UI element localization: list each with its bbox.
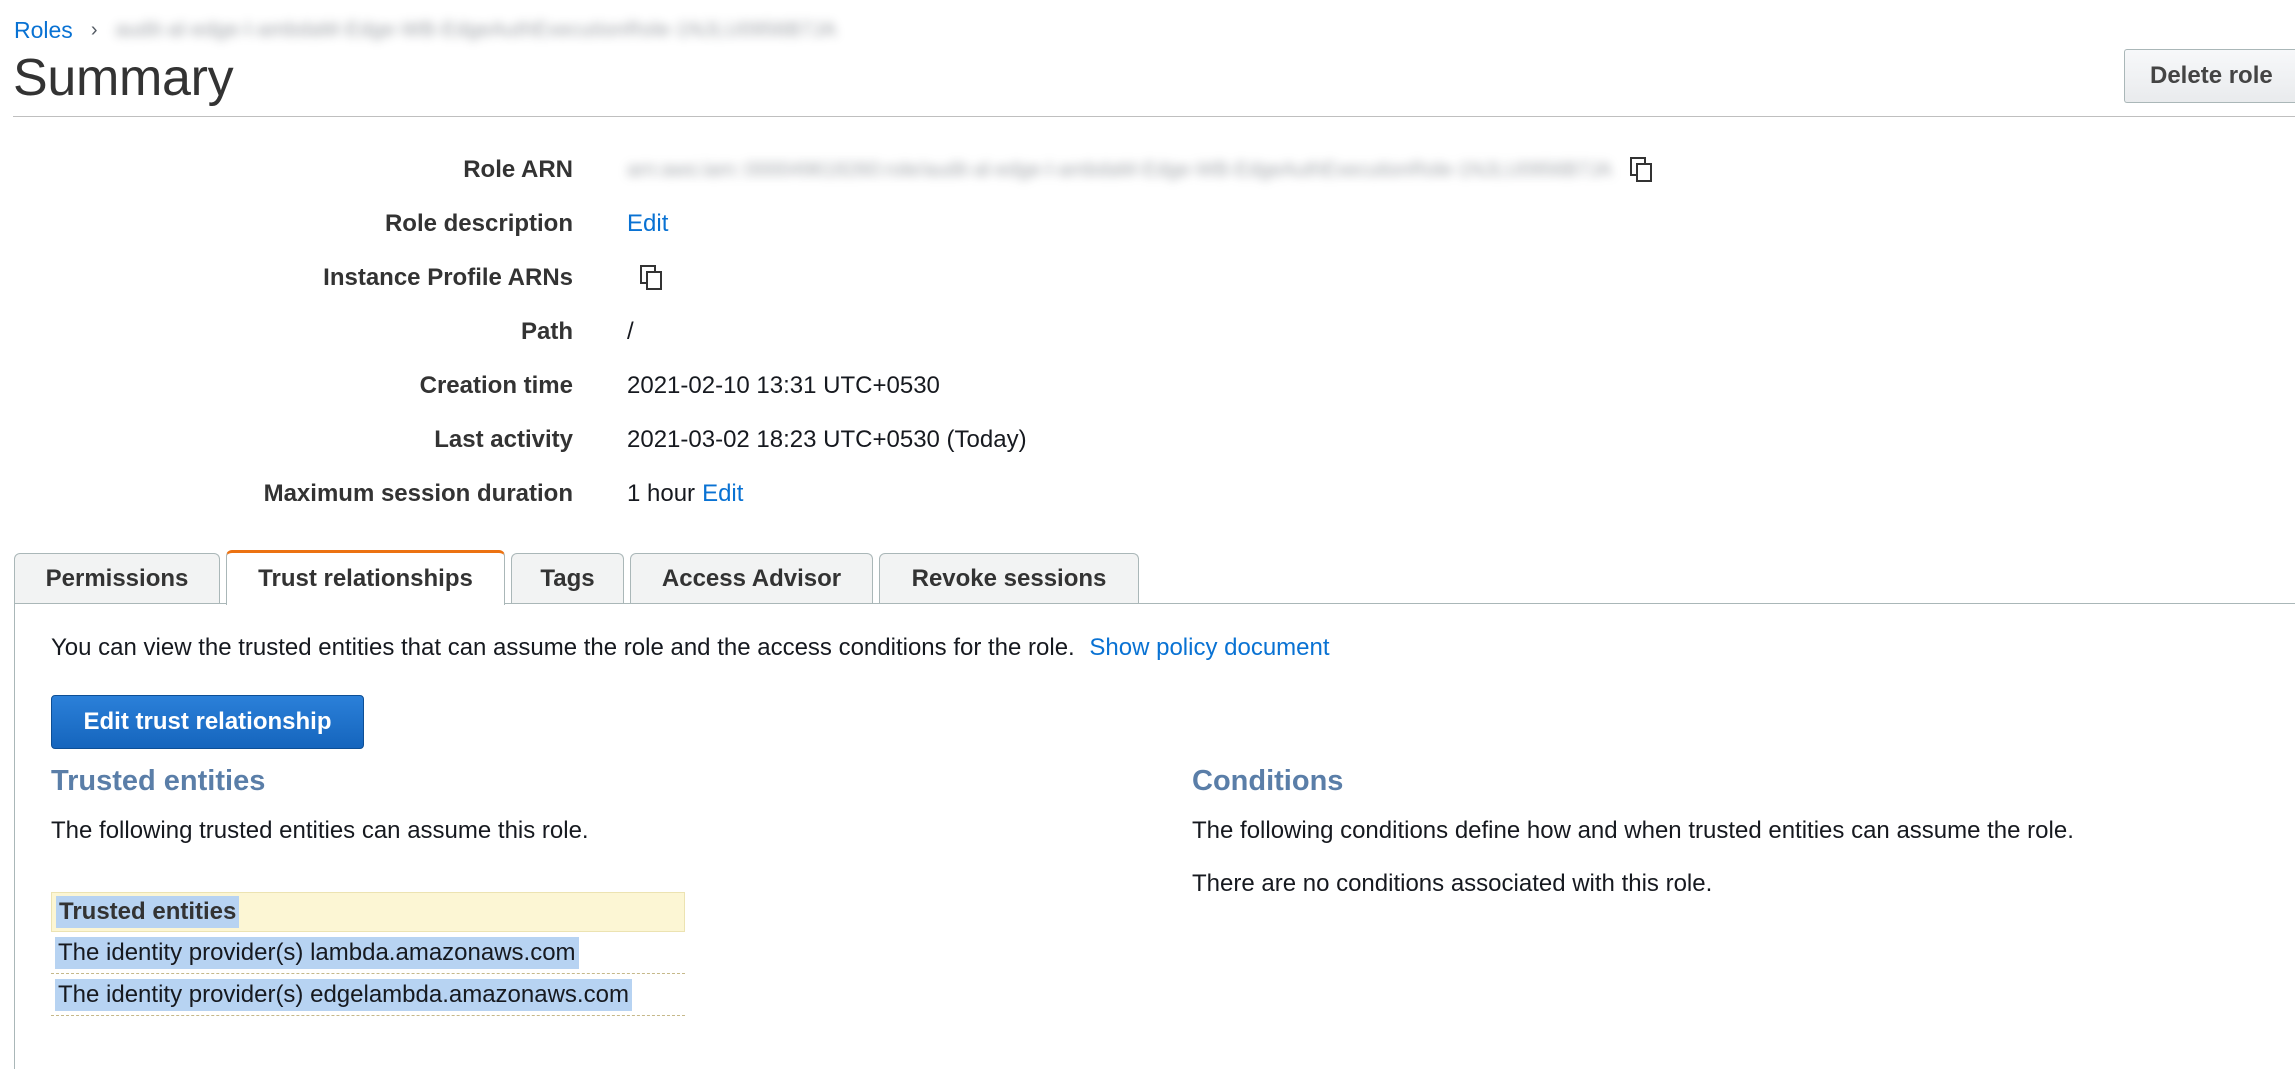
breadcrumb-roles-link[interactable]: Roles — [14, 17, 73, 44]
breadcrumb-current-role: audit-al-edge-l-ambdaM-Edge-WB-EdgeAuthE… — [115, 18, 837, 41]
trusted-entity-edgelambda: The identity provider(s) edgelambda.amaz… — [55, 978, 632, 1011]
last-activity-row: Last activity 2021-03-02 18:23 UTC+0530 … — [0, 420, 2295, 460]
trust-panel-intro: You can view the trusted entities that c… — [51, 634, 1330, 662]
role-description-row: Role description Edit — [0, 204, 2295, 244]
no-conditions-text: There are no conditions associated with … — [1192, 870, 1713, 897]
chevron-right-icon: › — [90, 18, 98, 41]
last-activity-value: 2021-03-02 18:23 UTC+0530 (Today) — [627, 426, 1027, 453]
max-session-edit-link[interactable]: Edit — [702, 480, 743, 508]
trusted-entities-table: Trusted entities The identity provider(s… — [51, 892, 685, 1016]
tab-trust-relationships[interactable]: Trust relationships — [226, 550, 505, 605]
title-divider — [13, 116, 2295, 117]
trust-intro-text: You can view the trusted entities that c… — [51, 634, 1075, 661]
max-session-value: 1 hour — [627, 480, 696, 507]
path-row: Path / — [0, 312, 2295, 352]
trusted-entities-heading: Trusted entities — [51, 765, 266, 797]
trusted-entity-lambda: The identity provider(s) lambda.amazonaw… — [55, 936, 579, 969]
table-row: The identity provider(s) edgelambda.amaz… — [51, 974, 685, 1016]
instance-profile-value — [636, 262, 668, 294]
trusted-entities-table-header: Trusted entities — [51, 892, 685, 932]
role-description-label: Role description — [384, 210, 573, 237]
role-tabs: Permissions Trust relationships Tags Acc… — [14, 550, 1145, 605]
copy-icon[interactable] — [636, 262, 668, 294]
panel-border — [14, 603, 15, 1069]
tab-access-advisor[interactable]: Access Advisor — [630, 553, 873, 604]
creation-time-label: Creation time — [419, 372, 573, 399]
max-session-label: Maximum session duration — [263, 480, 573, 507]
creation-time-row: Creation time 2021-02-10 13:31 UTC+0530 — [0, 366, 2295, 406]
delete-role-button[interactable]: Delete role — [2124, 49, 2295, 103]
instance-profile-label: Instance Profile ARNs — [323, 264, 573, 291]
page-title: Summary — [13, 49, 234, 107]
copy-icon[interactable] — [1626, 154, 1658, 186]
role-arn-value-container: arn:aws:iam::000049618260:role/audit-al-… — [627, 154, 1658, 186]
tab-tags[interactable]: Tags — [511, 553, 624, 604]
conditions-description: The following conditions define how and … — [1192, 817, 2074, 844]
trusted-entities-description: The following trusted entities can assum… — [51, 817, 589, 844]
table-row: The identity provider(s) lambda.amazonaw… — [51, 932, 685, 974]
tab-revoke-sessions[interactable]: Revoke sessions — [879, 553, 1139, 604]
breadcrumb: Roles › audit-al-edge-l-ambdaM-Edge-WB-E… — [14, 16, 837, 44]
conditions-heading: Conditions — [1192, 765, 1344, 797]
max-session-value-container: 1 hour Edit — [627, 480, 743, 508]
max-session-row: Maximum session duration 1 hour Edit — [0, 474, 2295, 514]
role-arn-value: arn:aws:iam::000049618260:role/audit-al-… — [627, 158, 1612, 181]
role-description-edit-link[interactable]: Edit — [627, 210, 668, 238]
role-arn-row: Role ARN arn:aws:iam::000049618260:role/… — [0, 150, 2295, 190]
edit-trust-relationship-button[interactable]: Edit trust relationship — [51, 695, 364, 749]
role-description-value: Edit — [627, 210, 668, 238]
role-arn-label: Role ARN — [463, 156, 573, 183]
creation-time-value: 2021-02-10 13:31 UTC+0530 — [627, 372, 940, 399]
show-policy-document-link[interactable]: Show policy document — [1089, 634, 1329, 661]
tab-permissions[interactable]: Permissions — [14, 553, 220, 604]
instance-profile-row: Instance Profile ARNs — [0, 258, 2295, 298]
path-label: Path — [520, 318, 573, 345]
table-header-label: Trusted entities — [56, 896, 240, 928]
last-activity-label: Last activity — [434, 426, 573, 453]
path-value: / — [627, 318, 634, 345]
